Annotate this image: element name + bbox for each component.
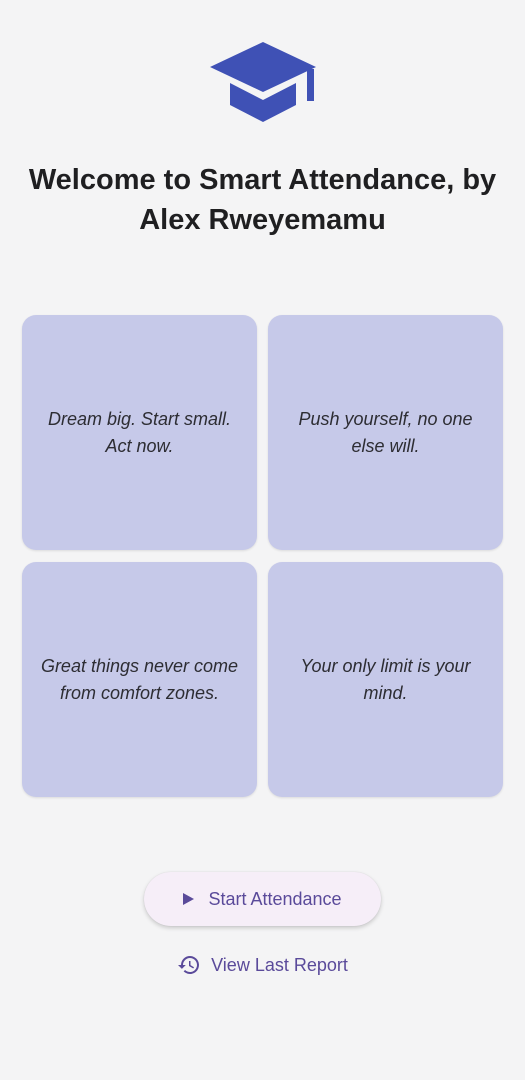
quote-card: Your only limit is your mind. bbox=[268, 562, 503, 797]
graduation-cap-icon bbox=[210, 42, 316, 122]
view-last-report-label: View Last Report bbox=[211, 954, 348, 975]
play-icon bbox=[183, 893, 195, 905]
quote-grid: Dream big. Start small. Act now. Push yo… bbox=[22, 315, 503, 797]
history-icon bbox=[178, 956, 200, 974]
start-attendance-button[interactable]: Start Attendance bbox=[144, 872, 381, 926]
quote-text: Your only limit is your mind. bbox=[300, 655, 471, 703]
quote-card: Great things never come from comfort zon… bbox=[22, 562, 257, 797]
quote-text: Push yourself, no one else will. bbox=[298, 408, 473, 456]
view-last-report-button[interactable]: View Last Report bbox=[160, 944, 365, 986]
page-title: Welcome to Smart Attendance, by Alex Rwe… bbox=[28, 164, 497, 236]
quote-card: Dream big. Start small. Act now. bbox=[22, 315, 257, 550]
start-attendance-label: Start Attendance bbox=[208, 888, 342, 909]
quote-card: Push yourself, no one else will. bbox=[268, 315, 503, 550]
quote-text: Dream big. Start small. Act now. bbox=[47, 408, 232, 456]
quote-text: Great things never come from comfort zon… bbox=[40, 655, 239, 703]
